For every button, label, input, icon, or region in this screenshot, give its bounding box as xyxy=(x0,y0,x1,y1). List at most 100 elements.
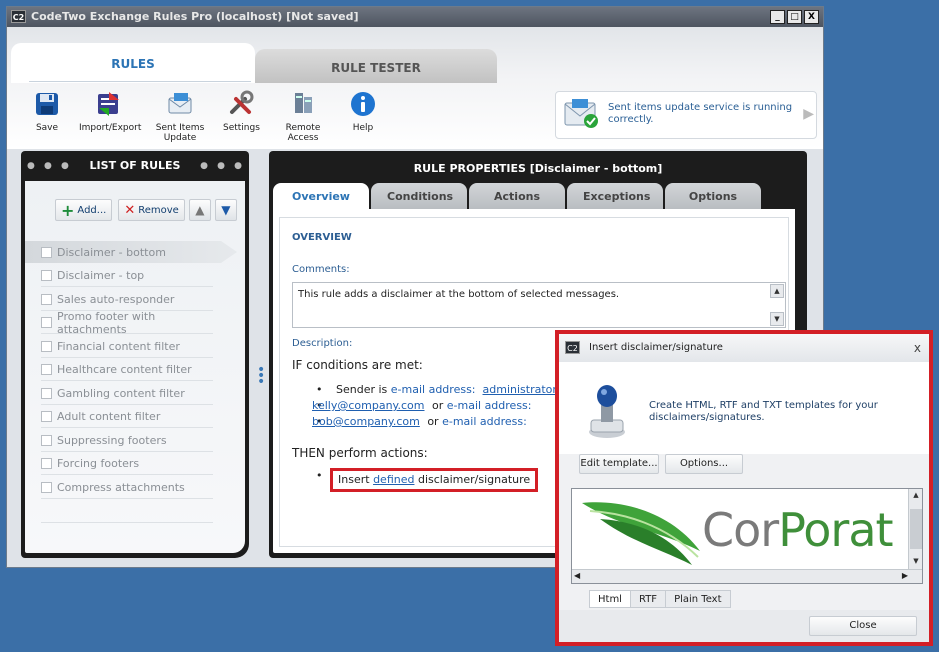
email-address-link[interactable]: e-mail address: xyxy=(391,383,476,396)
scroll-up-icon[interactable]: ▲ xyxy=(909,489,922,503)
move-down-button[interactable]: ▼ xyxy=(214,199,237,221)
address-link[interactable]: kelly@company.com xyxy=(312,399,425,412)
tab-rule-tester[interactable]: RULE TESTER xyxy=(255,49,497,83)
rule-checkbox[interactable] xyxy=(41,411,52,422)
edit-template-button[interactable]: Edit template... xyxy=(579,454,659,474)
rule-item[interactable]: Sales auto-responder xyxy=(41,289,213,311)
rule-label: Disclaimer - top xyxy=(57,269,145,282)
tab-conditions[interactable]: Conditions xyxy=(371,183,467,209)
insert-text: Insert xyxy=(338,473,370,486)
close-button[interactable]: X xyxy=(804,10,819,24)
add-rule-button[interactable]: + Add... xyxy=(55,199,113,221)
tab-plain-text[interactable]: Plain Text xyxy=(665,590,731,608)
email-address-link[interactable]: e-mail address: xyxy=(442,415,527,428)
arrow-down-icon: ▼ xyxy=(221,203,231,217)
preview-vertical-scrollbar[interactable]: ▲ ▼ xyxy=(908,489,922,569)
or-text: or xyxy=(432,399,444,412)
scroll-thumb[interactable] xyxy=(910,509,922,549)
scroll-down-icon[interactable]: ▼ xyxy=(909,555,922,569)
panel-dots-icon: ● ● ● xyxy=(200,161,245,171)
address-link[interactable]: bob@company.com xyxy=(312,415,420,428)
close-icon[interactable]: x xyxy=(914,334,921,362)
rule-label: Financial content filter xyxy=(57,340,180,353)
remove-icon: ✕ xyxy=(124,202,136,218)
rule-checkbox[interactable] xyxy=(41,482,52,493)
import-export-label: Import/Export xyxy=(79,123,142,133)
rule-checkbox[interactable] xyxy=(41,246,52,258)
scroll-up-icon[interactable]: ▲ xyxy=(770,284,784,298)
rule-checkbox[interactable] xyxy=(41,435,52,446)
save-label: Save xyxy=(35,123,59,133)
rule-list-spacer xyxy=(41,501,213,523)
app-icon: C2 xyxy=(11,10,26,23)
rule-item[interactable]: Disclaimer - top xyxy=(41,265,213,287)
sent-items-update-button[interactable]: Sent Items Update xyxy=(139,89,221,143)
remove-rule-button[interactable]: ✕ Remove xyxy=(118,199,185,221)
rule-checkbox[interactable] xyxy=(41,364,52,375)
rule-checkbox[interactable] xyxy=(41,270,52,281)
rule-item[interactable]: Promo footer with attachments xyxy=(41,310,213,336)
settings-label: Settings xyxy=(223,123,260,133)
rule-item[interactable]: Forcing footers xyxy=(41,453,213,475)
tools-icon xyxy=(226,89,256,119)
status-arrow-icon[interactable]: ▶ xyxy=(803,106,814,122)
scroll-right-icon[interactable]: ▶ xyxy=(902,571,908,580)
scroll-down-icon[interactable]: ▼ xyxy=(770,312,784,326)
panel-splitter-handle[interactable]: • • • xyxy=(257,363,265,389)
dialog-header: Create HTML, RTF and TXT templates for y… xyxy=(559,362,929,454)
rule-item[interactable]: Compress attachments xyxy=(41,477,213,499)
property-tabs: Overview Conditions Actions Exceptions O… xyxy=(273,183,761,209)
minimize-button[interactable]: _ xyxy=(770,10,785,24)
rule-checkbox[interactable] xyxy=(41,341,52,352)
rule-item[interactable]: Adult content filter xyxy=(41,406,213,428)
rule-checkbox[interactable] xyxy=(41,294,52,305)
tab-rtf[interactable]: RTF xyxy=(629,590,667,608)
close-dialog-button[interactable]: Close xyxy=(809,616,917,636)
rule-checkbox[interactable] xyxy=(41,317,52,328)
rule-item[interactable]: Suppressing footers xyxy=(41,430,213,452)
rules-list-panel: ● ● ● LIST OF RULES ● ● ● + Add... ✕ Rem… xyxy=(21,151,249,558)
logo-text-green: Porat xyxy=(778,503,893,557)
email-address-link[interactable]: e-mail address: xyxy=(447,399,532,412)
rule-checkbox[interactable] xyxy=(41,388,52,399)
insert-action-highlight: Insert defined disclaimer/signature xyxy=(330,468,539,492)
window-controls: _ □ X xyxy=(770,10,819,24)
tab-rules[interactable]: RULES xyxy=(11,43,255,83)
maximize-button[interactable]: □ xyxy=(787,10,802,24)
rule-item[interactable]: Gambling content filter xyxy=(41,383,213,405)
tab-options[interactable]: Options xyxy=(665,183,761,209)
rule-item[interactable]: Disclaimer - bottom xyxy=(25,241,237,263)
rule-item[interactable]: Financial content filter xyxy=(41,336,213,358)
defined-link[interactable]: defined xyxy=(373,473,414,486)
help-button[interactable]: Help xyxy=(347,89,379,133)
dialog-footer: Close xyxy=(559,610,929,642)
comments-scrollbar[interactable]: ▲ ▼ xyxy=(770,284,784,326)
scroll-left-icon[interactable]: ◀ xyxy=(574,571,580,580)
rule-item[interactable]: Healthcare content filter xyxy=(41,359,213,381)
tab-actions[interactable]: Actions xyxy=(469,183,565,209)
tab-overview[interactable]: Overview xyxy=(273,183,369,209)
tab-html[interactable]: Html xyxy=(589,590,631,608)
server-icon xyxy=(288,89,318,119)
add-rule-label: Add... xyxy=(77,204,107,216)
remote-access-button[interactable]: Remote Access xyxy=(271,89,335,143)
envelope-check-icon xyxy=(564,99,598,128)
preview-horizontal-scrollbar[interactable]: ◀ ▶ xyxy=(572,569,922,583)
app-icon: C2 xyxy=(565,341,580,354)
info-icon xyxy=(348,89,378,119)
options-button[interactable]: Options... xyxy=(665,454,743,474)
format-tabs: Html RTF Plain Text xyxy=(589,590,731,608)
move-up-button[interactable]: ▲ xyxy=(188,199,211,221)
settings-button[interactable]: Settings xyxy=(223,89,260,133)
rule-checkbox[interactable] xyxy=(41,458,52,469)
section-title: OVERVIEW xyxy=(292,232,352,243)
tab-exceptions[interactable]: Exceptions xyxy=(567,183,663,209)
import-export-button[interactable]: Import/Export xyxy=(79,89,142,133)
rule-label: Sales auto-responder xyxy=(57,293,175,306)
leaf-logo-icon xyxy=(582,502,700,565)
insert-disclaimer-dialog-highlight: C2 Insert disclaimer/signature x Create … xyxy=(555,330,933,646)
disclaimer-text: disclaimer/signature xyxy=(417,473,531,486)
save-button[interactable]: Save xyxy=(27,89,67,133)
sent-items-update-label: Sent Items Update xyxy=(155,123,205,143)
comments-textarea[interactable]: This rule adds a disclaimer at the botto… xyxy=(292,282,786,328)
